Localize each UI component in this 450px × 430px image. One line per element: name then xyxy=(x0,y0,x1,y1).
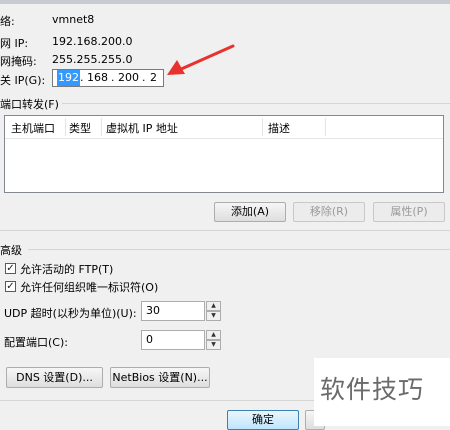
gateway-octet-1[interactable]: 192 xyxy=(57,70,80,86)
allow-active-ftp-checkbox[interactable]: ✓ xyxy=(5,263,16,274)
allow-any-oui-checkbox[interactable]: ✓ xyxy=(5,281,16,292)
column-description[interactable]: 描述 xyxy=(268,120,290,136)
udp-timeout-label: UDP 超时(以秒为单位)(U): xyxy=(4,307,137,320)
dns-settings-button[interactable]: DNS 设置(D)... xyxy=(6,367,103,388)
gateway-octet-3[interactable]: 200 xyxy=(118,70,139,86)
advanced-label: 高级 xyxy=(0,244,22,257)
port-forwarding-label: 端口转发(F) xyxy=(0,98,59,111)
title-bar-edge xyxy=(0,0,450,4)
config-port-input[interactable]: 0 xyxy=(141,330,205,350)
port-forwarding-list[interactable]: 主机端口 类型 虚拟机 IP 地址 描述 xyxy=(4,115,444,193)
red-arrow-annotation xyxy=(167,44,235,75)
ok-button[interactable]: 确定 xyxy=(227,410,299,430)
gateway-ip-label: 关 IP(G): xyxy=(0,74,46,87)
config-port-spinner[interactable]: ▲ ▼ xyxy=(206,330,221,350)
udp-timeout-input[interactable]: 30 xyxy=(141,301,205,321)
subnet-mask-label: 网掩码: xyxy=(0,55,37,68)
allow-active-ftp-label[interactable]: 允许活动的 FTP(T) xyxy=(20,261,113,277)
allow-any-oui-label[interactable]: 允许任何组织唯一标识符(O) xyxy=(20,279,158,295)
udp-timeout-spinner[interactable]: ▲ ▼ xyxy=(206,301,221,321)
spin-up-icon[interactable]: ▲ xyxy=(206,330,221,340)
network-name-value: vmnet8 xyxy=(52,13,95,26)
group-divider xyxy=(62,103,450,104)
gateway-octet-2[interactable]: 168 xyxy=(87,70,108,86)
spin-up-icon[interactable]: ▲ xyxy=(206,301,221,311)
spin-down-icon[interactable]: ▼ xyxy=(206,311,221,321)
properties-button[interactable]: 属性(P) xyxy=(373,202,445,222)
remove-button[interactable]: 移除(R) xyxy=(293,202,365,222)
list-header: 主机端口 类型 虚拟机 IP 地址 描述 xyxy=(5,116,443,139)
config-port-label: 配置端口(C): xyxy=(4,336,68,349)
column-host-port[interactable]: 主机端口 xyxy=(11,120,55,136)
spin-down-icon[interactable]: ▼ xyxy=(206,340,221,350)
advanced-group-line xyxy=(28,249,450,250)
network-name-label: 络: xyxy=(0,15,15,28)
column-type[interactable]: 类型 xyxy=(69,120,91,136)
netbios-settings-button[interactable]: NetBios 设置(N)... xyxy=(110,367,210,388)
column-vm-ip[interactable]: 虚拟机 IP 地址 xyxy=(106,120,178,136)
subnet-ip-value: 192.168.200.0 xyxy=(52,35,133,48)
section-divider xyxy=(0,230,450,231)
add-button[interactable]: 添加(A) xyxy=(214,202,286,222)
gateway-ip-field[interactable]: 192 . 168 . 200 . 2 xyxy=(52,69,164,87)
watermark-text: 软件技巧 xyxy=(320,375,425,404)
subnet-mask-value: 255.255.255.0 xyxy=(52,53,133,66)
subnet-ip-label: 网 IP: xyxy=(0,37,29,50)
gateway-octet-4[interactable]: 2 xyxy=(150,70,157,86)
